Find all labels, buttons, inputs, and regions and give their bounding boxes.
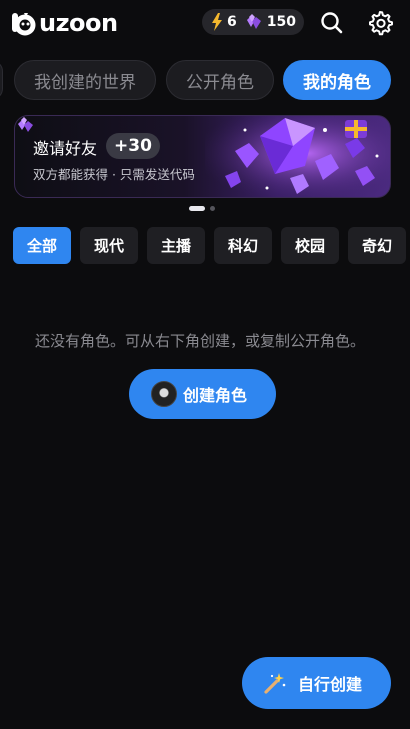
carousel-dot-active[interactable]	[189, 206, 205, 211]
reward-badge: +30	[106, 133, 160, 159]
gems-illustration	[205, 116, 390, 197]
app-header: uzoon 6 150	[0, 0, 410, 48]
carousel-dot[interactable]	[210, 206, 215, 211]
self-create-button[interactable]: 自行创建	[242, 657, 391, 709]
empty-state-message: 还没有角色。可从右下角创建，或复制公开角色。	[34, 332, 365, 350]
tab-my-worlds[interactable]: 我创建的世界	[14, 60, 156, 100]
tab-my-characters[interactable]: 我的角色	[283, 60, 391, 100]
gem-icon	[18, 117, 33, 132]
gem-count: 150	[266, 14, 296, 30]
invite-banner[interactable]: 邀请好友 +30 双方都能获得 · 只需发送代码	[14, 115, 391, 198]
energy-count: 6	[227, 14, 237, 30]
gem-icon	[246, 14, 261, 29]
magic-wand-icon	[264, 673, 286, 694]
gear-icon[interactable]	[367, 10, 393, 36]
create-character-button[interactable]: 创建角色	[129, 369, 276, 419]
tab-overflow-left[interactable]	[0, 60, 3, 100]
banner-title: 邀请好友	[33, 139, 98, 158]
tab-public-characters[interactable]: 公开角色	[166, 60, 274, 100]
search-icon[interactable]	[319, 10, 345, 36]
genre-chip-campus[interactable]: 校园	[281, 227, 339, 264]
genre-chip-scifi[interactable]: 科幻	[214, 227, 272, 264]
category-tabs: 我创建的世界 公开角色 我的角色	[0, 60, 410, 100]
logo-text: uzoon	[39, 9, 118, 37]
logo-mark-icon	[12, 13, 36, 36]
currency-balance[interactable]: 6 150	[202, 9, 304, 35]
genre-chip-streamer[interactable]: 主播	[147, 227, 205, 264]
genre-chip-all[interactable]: 全部	[13, 227, 71, 264]
banner-subtitle: 双方都能获得 · 只需发送代码	[33, 167, 195, 182]
genre-chip-fantasy[interactable]: 奇幻	[348, 227, 406, 264]
lightning-icon	[212, 13, 222, 31]
genre-chip-modern[interactable]: 现代	[80, 227, 138, 264]
genre-filter: 全部 现代 主播 科幻 校园 奇幻	[0, 227, 410, 264]
avatar	[151, 381, 177, 407]
app-logo[interactable]: uzoon	[10, 8, 118, 38]
create-character-label: 创建角色	[183, 386, 248, 405]
self-create-label: 自行创建	[298, 675, 363, 694]
carousel-indicator	[189, 206, 215, 211]
